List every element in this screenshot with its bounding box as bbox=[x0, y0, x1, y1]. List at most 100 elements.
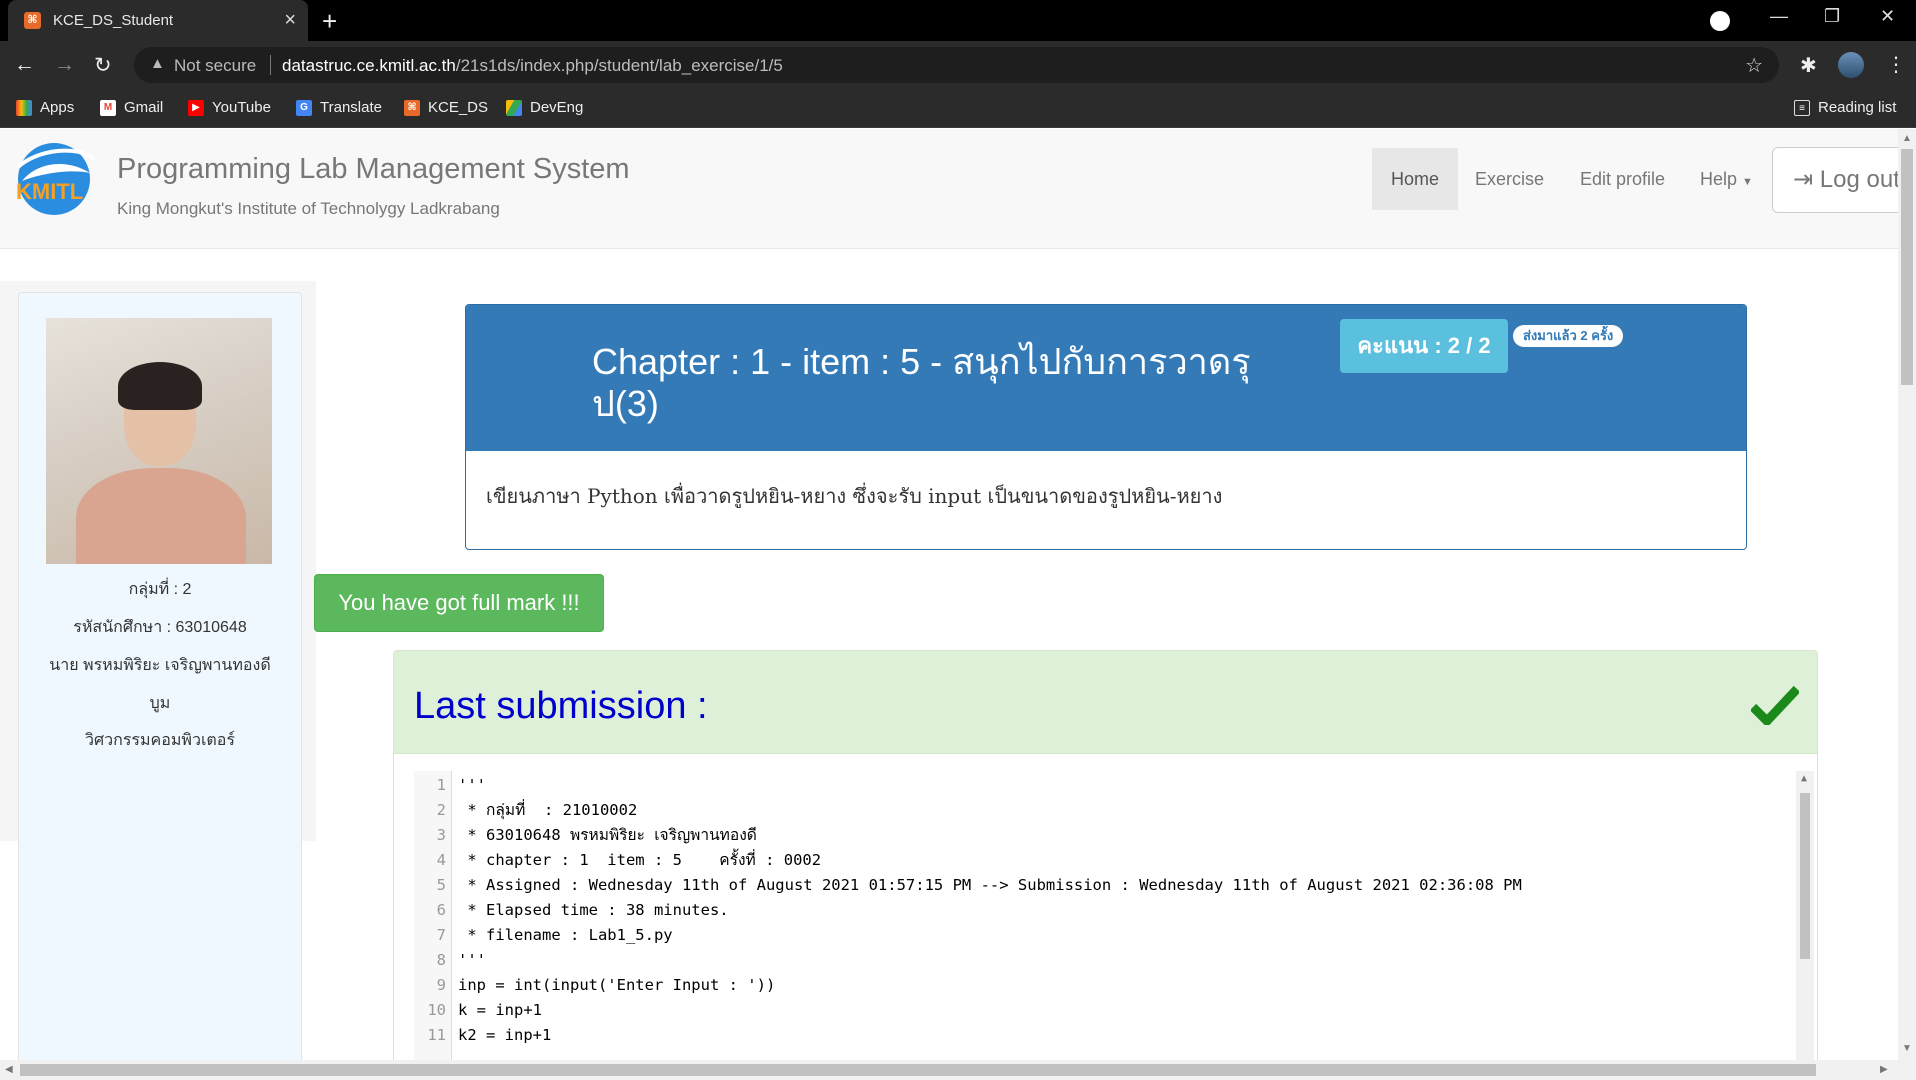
logout-button[interactable]: ⇥ Log out bbox=[1772, 147, 1898, 213]
reading-list[interactable]: ≡ Reading list bbox=[1794, 99, 1896, 116]
browser-tab[interactable]: ⌘ KCE_DS_Student × bbox=[8, 0, 308, 41]
code-line: 11 k2 = inp+1 bbox=[414, 1023, 1794, 1048]
apps-grid-icon bbox=[16, 99, 32, 116]
page-scroll-thumb[interactable] bbox=[1901, 149, 1913, 385]
bookmark-apps[interactable]: Apps bbox=[16, 99, 74, 116]
code-viewer[interactable]: 1 ''' 2 * กลุ่มที่ : 21010002 3 * 63010648 … bbox=[414, 771, 1814, 1060]
bookmark-label: Translate bbox=[320, 99, 382, 116]
student-id: รหัสนักศึกษา : 63010648 bbox=[73, 619, 247, 636]
line-number: 3 bbox=[436, 826, 446, 844]
code-text: k2 = inp+1 bbox=[458, 1026, 552, 1044]
code-text: * Elapsed time : 38 minutes. bbox=[458, 901, 729, 919]
scroll-down-icon[interactable]: ▼ bbox=[1902, 1043, 1912, 1054]
svg-text:KMITL: KMITL bbox=[16, 179, 83, 204]
caret-down-icon: ▼ bbox=[1742, 176, 1753, 188]
student-photo bbox=[46, 318, 272, 564]
code-text: k = inp+1 bbox=[458, 1001, 542, 1019]
bookmark-translate[interactable]: G Translate bbox=[296, 99, 382, 116]
logout-label: Log out bbox=[1819, 166, 1898, 193]
line-number: 5 bbox=[436, 876, 446, 894]
security-label[interactable]: Not secure bbox=[174, 56, 256, 76]
minimize-icon[interactable]: — bbox=[1770, 6, 1788, 27]
extensions-icon[interactable]: ✱ bbox=[1800, 53, 1817, 78]
exercise-title: Chapter : 1 - item : 5 - สนุกไปกับการวาด… bbox=[592, 341, 1251, 424]
browser-menu-icon[interactable]: ⋮ bbox=[1886, 52, 1906, 77]
scroll-right-icon[interactable]: ▶ bbox=[1880, 1064, 1888, 1075]
page-content: KMITL Programming Lab Management System … bbox=[0, 129, 1898, 1060]
code-text: * 63010648 พรหมพิริยะ เจริญพานทองดี bbox=[458, 826, 757, 844]
drive-icon bbox=[506, 99, 522, 116]
line-number: 7 bbox=[436, 926, 446, 944]
horizontal-scroll-thumb[interactable] bbox=[20, 1064, 1816, 1076]
tab-search-icon[interactable] bbox=[1710, 11, 1730, 31]
code-scroll-thumb[interactable] bbox=[1800, 793, 1810, 959]
submission-count-badge: ส่งมาแล้ว 2 ครั้ง bbox=[1513, 325, 1624, 347]
gmail-icon: M bbox=[100, 99, 116, 116]
line-number: 8 bbox=[436, 951, 446, 969]
url-text[interactable]: datastruc.ce.kmitl.ac.th/21s1ds/index.ph… bbox=[282, 56, 783, 76]
code-line: 6 * Elapsed time : 38 minutes. bbox=[414, 898, 1794, 923]
forward-icon[interactable]: → bbox=[54, 53, 75, 77]
page-vertical-scrollbar[interactable]: ▲ ▼ bbox=[1898, 129, 1916, 1060]
close-tab-icon[interactable]: × bbox=[284, 9, 296, 32]
scroll-up-icon[interactable]: ▲ bbox=[1801, 773, 1807, 784]
code-text: * chapter : 1 item : 5 ครั้งที่ : 0002 bbox=[458, 851, 822, 869]
student-name: นาย พรหมพิริยะ เจริญพานทองดี bbox=[49, 657, 271, 674]
full-mark-alert: You have got full mark !!! bbox=[314, 574, 604, 632]
nav-edit-profile[interactable]: Edit profile bbox=[1561, 148, 1684, 210]
line-number: 11 bbox=[427, 1026, 446, 1044]
nav-home[interactable]: Home bbox=[1372, 148, 1459, 210]
site-title[interactable]: Programming Lab Management System bbox=[117, 153, 630, 186]
warning-icon[interactable]: ▲ bbox=[150, 55, 165, 72]
code-scrollbar[interactable]: ▲ bbox=[1796, 771, 1814, 1060]
code-line: 9 inp = int(input('Enter Input : ')) bbox=[414, 973, 1794, 998]
bookmark-deveng[interactable]: DevEng bbox=[506, 99, 583, 116]
nav-exercise[interactable]: Exercise bbox=[1456, 148, 1563, 210]
code-line: 2 * กลุ่มที่ : 21010002 bbox=[414, 798, 1794, 823]
exercise-card-header: Chapter : 1 - item : 5 - สนุกไปกับการวาด… bbox=[466, 305, 1746, 451]
student-nickname: บูม bbox=[149, 695, 171, 712]
back-icon[interactable]: ← bbox=[14, 53, 35, 77]
code-line: 3 * 63010648 พรหมพิริยะ เจริญพานทองดี bbox=[414, 823, 1794, 848]
exercise-description: เขียนภาษา Python เพื่อวาดรูปหยิน-หยาง ซึ… bbox=[486, 484, 1223, 508]
address-toolbar: ← → ↻ ▲ Not secure datastruc.ce.kmitl.ac… bbox=[0, 41, 1916, 89]
profile-avatar[interactable] bbox=[1838, 52, 1864, 78]
restore-icon[interactable]: ❐ bbox=[1824, 6, 1840, 27]
logout-icon: ⇥ bbox=[1793, 166, 1814, 193]
new-tab-icon[interactable]: + bbox=[322, 6, 337, 37]
url-path: /21s1ds/index.php/student/lab_exercise/1… bbox=[455, 56, 783, 75]
scroll-left-icon[interactable]: ◀ bbox=[5, 1064, 13, 1075]
youtube-icon: ▶ bbox=[188, 99, 204, 116]
line-number: 6 bbox=[436, 901, 446, 919]
submission-header: Last submission : bbox=[394, 651, 1817, 754]
line-number: 1 bbox=[436, 776, 446, 794]
score-badge: คะแนน : 2 / 2 bbox=[1340, 319, 1508, 373]
address-bar[interactable]: ▲ Not secure datastruc.ce.kmitl.ac.th/21… bbox=[134, 47, 1779, 83]
bookmark-star-icon[interactable]: ☆ bbox=[1745, 53, 1763, 78]
code-text: * กลุ่มที่ : 21010002 bbox=[458, 801, 638, 819]
site-navbar: KMITL Programming Lab Management System … bbox=[0, 129, 1898, 249]
bookmark-gmail[interactable]: M Gmail bbox=[100, 99, 163, 116]
line-number: 4 bbox=[436, 851, 446, 869]
divider bbox=[270, 55, 271, 75]
reload-icon[interactable]: ↻ bbox=[94, 53, 112, 78]
bookmark-kce-ds[interactable]: ⌘ KCE_DS bbox=[404, 99, 488, 116]
translate-icon: G bbox=[296, 99, 312, 116]
bookmark-youtube[interactable]: ▶ YouTube bbox=[188, 99, 271, 116]
exercise-card: Chapter : 1 - item : 5 - สนุกไปกับการวาด… bbox=[465, 304, 1747, 550]
student-department: วิศวกรรมคอมพิวเตอร์ bbox=[85, 732, 235, 749]
url-host: datastruc.ce.kmitl.ac.th bbox=[282, 56, 456, 75]
code-line: 10 k = inp+1 bbox=[414, 998, 1794, 1023]
reading-list-label: Reading list bbox=[1818, 99, 1897, 116]
submission-panel: Last submission : 1 ''' 2 * กลุ่มที่ : 210… bbox=[393, 650, 1818, 1060]
code-line: 7 * filename : Lab1_5.py bbox=[414, 923, 1794, 948]
kmitl-logo[interactable]: KMITL bbox=[8, 139, 96, 221]
bookmark-label: Apps bbox=[40, 99, 75, 116]
browser-tab-strip: ⌘ KCE_DS_Student × + — ❐ ✕ bbox=[0, 0, 1916, 41]
nav-help-label: Help bbox=[1700, 169, 1738, 189]
nav-help[interactable]: Help ▼ bbox=[1681, 148, 1772, 210]
page-horizontal-scrollbar[interactable]: ◀ ▶ bbox=[0, 1060, 1916, 1080]
window-close-icon[interactable]: ✕ bbox=[1880, 6, 1895, 27]
scroll-up-icon[interactable]: ▲ bbox=[1902, 133, 1912, 144]
line-number: 2 bbox=[436, 801, 446, 819]
